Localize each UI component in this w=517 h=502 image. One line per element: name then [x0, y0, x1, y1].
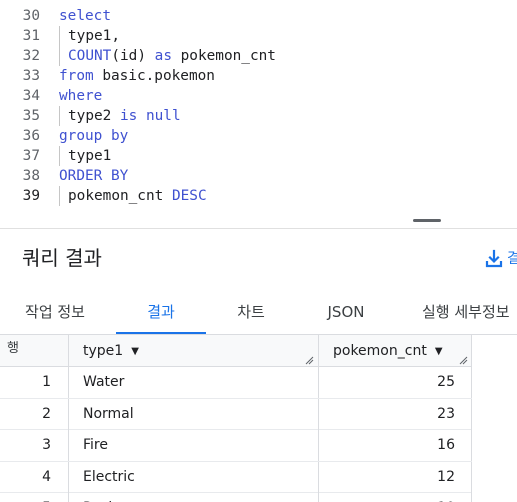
line-number: 38 [22, 168, 40, 184]
code-line[interactable]: 31 type1, [0, 26, 517, 46]
code-keyword: as [154, 48, 172, 64]
table-row: 3 Fire 16 [0, 430, 472, 462]
code-keyword: COUNT [68, 48, 112, 64]
code-keyword: from [59, 68, 94, 84]
sql-editor[interactable]: 2 30 select 31 type1, 32 COUNT(id) as pokemon… [0, 0, 517, 212]
table-row: 4 Electric 12 [0, 461, 472, 493]
code-text: type1 [59, 146, 111, 166]
code-text: pokemon_cnt DESC [59, 186, 207, 206]
code-token: basic.pokemon [93, 68, 215, 84]
results-table: 행 type1 ▼ pokemon_cnt ▼ 1 Water 25 2 Norma… [0, 335, 517, 502]
code-text: COUNT(id) as pokemon_cnt [59, 46, 276, 66]
code-keyword: where [59, 88, 103, 104]
table-header: 행 type1 ▼ pokemon_cnt ▼ [0, 335, 472, 367]
cell-pokemon-cnt: 12 [318, 461, 472, 493]
sort-caret-icon[interactable]: ▼ [435, 336, 443, 368]
divider [0, 228, 517, 229]
code-text: select [59, 6, 111, 26]
header-pokemon-cnt[interactable]: pokemon_cnt ▼ [318, 335, 472, 367]
code-token: pokemon_cnt [68, 188, 172, 204]
code-line[interactable]: 39 pokemon_cnt DESC [0, 186, 517, 206]
line-number: 36 [22, 128, 40, 144]
header-type1-label: type1 [83, 343, 124, 359]
cell-type1: Fire [68, 430, 318, 461]
row-number: 4 [42, 468, 51, 485]
line-number: 31 [22, 28, 40, 44]
code-text: group by [59, 126, 128, 146]
cell-type1: Water [68, 367, 318, 398]
indent-guide [59, 186, 60, 206]
code-token: pokemon_cnt [171, 48, 276, 64]
table-row: 5 Rock 10 [0, 493, 472, 502]
line-number: 37 [22, 148, 40, 164]
results-tabs: 작업 정보 결과 차트 JSON 실행 세부정보 [0, 292, 517, 335]
line-number: 34 [22, 88, 40, 104]
cell-pokemon-cnt: 10 [318, 493, 472, 502]
code-keyword: DESC [171, 188, 207, 204]
column-resize-icon[interactable] [305, 356, 314, 365]
tab-execution-details[interactable]: 실행 세부정보 [422, 292, 517, 334]
line-number: 33 [22, 68, 40, 84]
row-number: 3 [42, 437, 51, 453]
code-token: (id) [111, 48, 155, 64]
code-token: type2 [68, 108, 120, 124]
code-text: from basic.pokemon [59, 66, 215, 86]
results-title: 쿼리 결과 [22, 246, 102, 270]
indent-guide [59, 46, 60, 66]
code-token: type1 [68, 148, 112, 164]
header-type1[interactable]: type1 ▼ [68, 335, 318, 367]
editor-resize-handle[interactable] [413, 219, 441, 222]
code-text: type2 is null [59, 106, 181, 126]
code-keyword: ORDER BY [59, 168, 129, 184]
code-keyword: is null [119, 108, 181, 124]
tab-job-info[interactable]: 작업 정보 [14, 292, 96, 334]
cell-pokemon-cnt: 23 [318, 398, 472, 430]
sort-caret-icon[interactable]: ▼ [131, 336, 139, 368]
header-pokemon-cnt-label: pokemon_cnt [333, 343, 427, 359]
line-number-partial: 2 [22, 0, 30, 2]
table-row: 2 Normal 23 [0, 398, 472, 430]
code-line[interactable]: 35 type2 is null [0, 106, 517, 126]
code-keyword: select [59, 8, 111, 24]
row-number: 1 [42, 374, 51, 390]
code-text: type1, [59, 26, 120, 46]
code-line[interactable]: 38 ORDER BY [0, 166, 517, 186]
column-resize-icon[interactable] [459, 356, 468, 365]
cell-pokemon-cnt: 25 [318, 367, 472, 398]
line-number: 35 [22, 108, 40, 124]
header-row-number: 행 [7, 341, 19, 356]
tab-results[interactable]: 결과 [116, 292, 206, 334]
table-row: 1 Water 25 [0, 367, 472, 399]
cell-type1: Normal [68, 398, 318, 430]
row-number: 2 [42, 405, 51, 422]
row-number: 5 [0, 493, 68, 502]
code-line[interactable]: 33 from basic.pokemon [0, 66, 517, 86]
code-line[interactable]: 32 COUNT(id) as pokemon_cnt [0, 46, 517, 66]
code-text: ORDER BY [59, 166, 128, 186]
save-results-button[interactable]: 결 [507, 249, 517, 269]
code-line[interactable]: 30 select [0, 6, 517, 26]
indent-guide [59, 106, 60, 126]
line-number: 30 [22, 8, 40, 24]
line-number: 32 [22, 48, 40, 64]
line-number: 39 [22, 188, 40, 204]
download-icon[interactable] [485, 249, 503, 269]
code-line[interactable]: 37 type1 [0, 146, 517, 166]
tab-chart[interactable]: 차트 [222, 292, 280, 334]
cell-type1: Electric [68, 461, 318, 493]
cell-pokemon-cnt: 16 [318, 430, 472, 461]
indent-guide [59, 26, 60, 46]
indent-guide [59, 146, 60, 166]
code-line[interactable]: 34 where [0, 86, 517, 106]
tab-json[interactable]: JSON [314, 292, 378, 334]
code-token: type1, [68, 28, 120, 44]
code-keyword: group by [59, 128, 129, 144]
cell-type1: Rock [68, 493, 318, 502]
code-line[interactable]: 36 group by [0, 126, 517, 146]
code-text: where [59, 86, 102, 106]
